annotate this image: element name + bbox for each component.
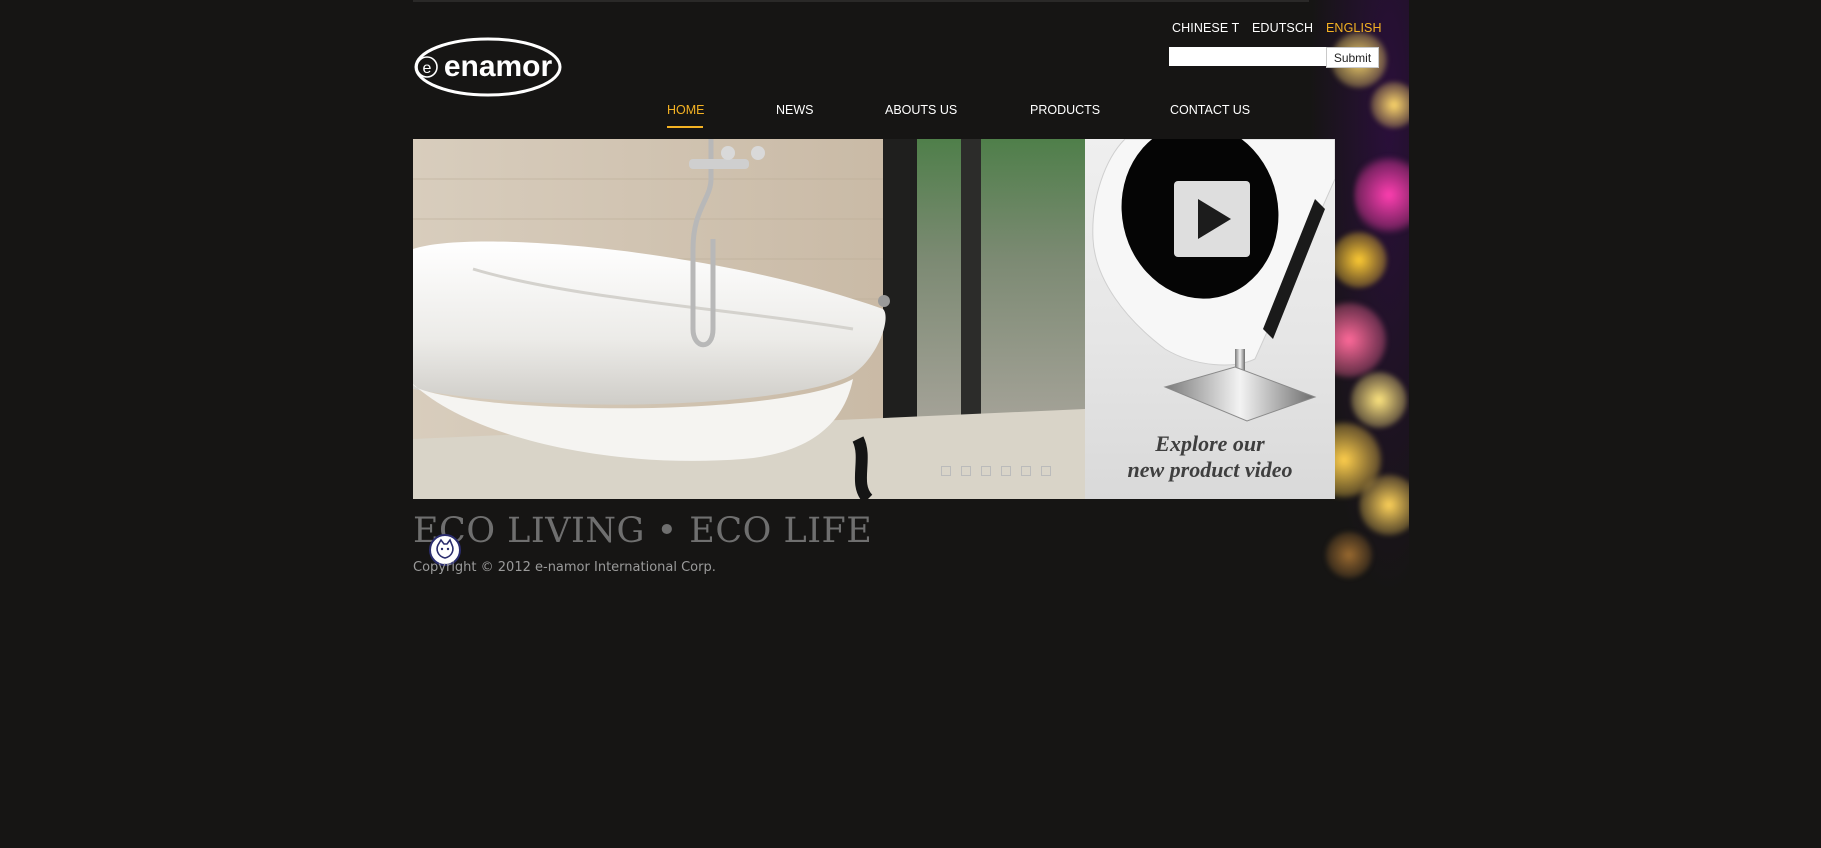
video-caption-line1: Explore our xyxy=(1155,431,1265,456)
slide-dot-5[interactable] xyxy=(1021,466,1031,476)
search-input[interactable] xyxy=(1169,47,1326,66)
nav-products[interactable]: PRODUCTS xyxy=(1030,103,1100,117)
lang-english-link[interactable]: ENGLISH xyxy=(1326,21,1382,35)
slide-dot-1[interactable] xyxy=(941,466,951,476)
slide-dot-4[interactable] xyxy=(1001,466,1011,476)
nav-home[interactable]: HOME xyxy=(667,103,705,117)
slide-dot-6[interactable] xyxy=(1041,466,1051,476)
bathtub-slide-image[interactable] xyxy=(413,139,1085,499)
product-video-promo[interactable]: Explore our new product video xyxy=(1085,139,1335,499)
svg-text:e: e xyxy=(423,60,432,77)
nav-news[interactable]: NEWS xyxy=(776,103,814,117)
lang-deutsch-link[interactable]: EDUTSCH xyxy=(1252,21,1313,35)
video-caption: Explore our new product video xyxy=(1085,431,1335,483)
enamor-logo-icon: e enamor xyxy=(414,37,562,97)
mirror-product-illustration xyxy=(1092,139,1335,422)
nav-active-underline xyxy=(667,126,703,128)
copyright-text: Copyright © 2012 e-namor International C… xyxy=(413,560,716,575)
logo[interactable]: e enamor xyxy=(413,36,563,98)
slide-dot-3[interactable] xyxy=(981,466,991,476)
logo-text: enamor xyxy=(444,50,553,83)
slide-dot-2[interactable] xyxy=(961,466,971,476)
play-icon xyxy=(1174,181,1250,257)
tagline: ECO LIVING • ECO LIFE xyxy=(413,511,873,551)
nav-about-us[interactable]: ABOUTS US xyxy=(885,103,957,117)
hero-banner: Explore our new product video xyxy=(413,139,1335,499)
header-top-line xyxy=(413,0,1409,2)
submit-button[interactable]: Submit xyxy=(1326,47,1379,68)
video-caption-line2: new product video xyxy=(1127,457,1293,482)
nav-contact-us[interactable]: CONTACT US xyxy=(1170,103,1250,117)
bathtub-illustration xyxy=(413,139,1085,499)
slider-pagination xyxy=(941,466,1051,476)
lang-chinese-link[interactable]: CHINESE T xyxy=(1172,21,1239,35)
